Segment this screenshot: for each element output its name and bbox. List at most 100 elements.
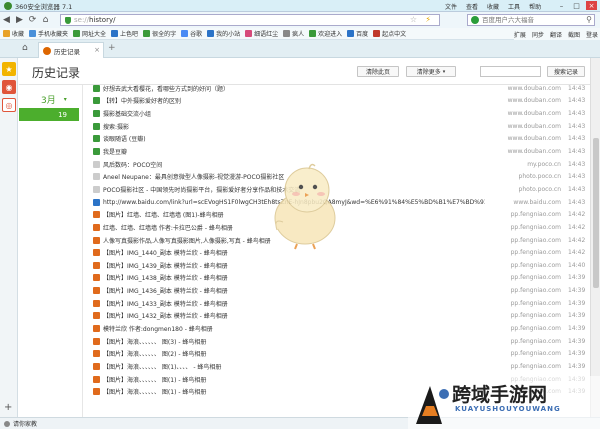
history-time: 14:43	[568, 173, 586, 181]
toolbar-button[interactable]: 登录	[586, 30, 598, 39]
history-row[interactable]: 【图片】IMG_1432_副本 模特兰欣 - 蜂鸟相册 pp.fengniao.c…	[93, 310, 585, 323]
history-host: www.douban.com	[507, 135, 561, 143]
bookmark-label: 细语红尘	[254, 31, 279, 38]
history-row[interactable]: 搜索:摄影 www.douban.com 14:43	[93, 120, 585, 133]
menu-view[interactable]: 查看	[466, 2, 478, 11]
history-title-link[interactable]: 我是豆瓣	[103, 147, 485, 156]
site-favicon-icon	[93, 148, 100, 156]
bookmark-label: 很全的字	[152, 31, 177, 38]
minimize-icon[interactable]: –	[556, 1, 567, 10]
close-icon[interactable]: ×	[586, 1, 597, 10]
bookmark-item[interactable]: 手机收藏夹	[29, 29, 68, 38]
menu-tools[interactable]: 工具	[508, 2, 520, 11]
scrollbar-thumb[interactable]	[593, 138, 599, 288]
star-icon[interactable]: ☆	[410, 15, 417, 24]
bookmark-item[interactable]: 起点中文	[373, 29, 406, 38]
menu-file[interactable]: 文件	[445, 2, 457, 11]
menu-help[interactable]: 帮助	[529, 2, 541, 11]
search-history-button[interactable]: 搜索记录	[547, 66, 585, 77]
history-title-link[interactable]: 谈眼随语 (豆瓣)	[103, 134, 485, 143]
history-host: pp.fengniao.com	[510, 274, 561, 282]
favorites-star-icon[interactable]: ★	[2, 62, 16, 76]
history-search-input[interactable]	[480, 66, 541, 77]
history-title-link[interactable]: 【图片】海浪、、、、、、 图(2) - 蜂鸟相册	[103, 349, 485, 358]
history-host: pp.fengniao.com	[510, 261, 561, 269]
search-engine-icon[interactable]	[471, 16, 479, 24]
bookmark-item[interactable]: 百度	[347, 29, 368, 38]
bookmark-item[interactable]: 上色吧	[111, 29, 138, 38]
history-title-link[interactable]: 摄影基础交流小组	[103, 109, 485, 118]
clear-more-button[interactable]: 清除更多 ▾	[406, 66, 456, 77]
history-row[interactable]: 【图片】IMG_1439_副本 模特兰欣 - 蜂鸟相册 pp.fengniao.c…	[93, 259, 585, 272]
forward-icon[interactable]: ▶	[13, 14, 26, 27]
history-row[interactable]: 【图片】海浪、、、、、、 图(2) - 蜂鸟相册 pp.fengniao.com 1…	[93, 347, 585, 360]
bookmark-item[interactable]: 欢迎进入	[309, 29, 342, 38]
bookmark-label: 百度	[356, 31, 369, 38]
history-title-link[interactable]: 【转】中外摄影爱好者的区别	[103, 96, 485, 105]
search-input[interactable]	[482, 16, 582, 24]
history-row[interactable]: 【图片】IMG_1436_副本 模特兰欣 - 蜂鸟相册 pp.fengniao.c…	[93, 284, 586, 297]
site-favicon-icon	[93, 185, 100, 193]
history-title-link[interactable]: 【图片】IMG_1433_副本 模特兰欣 - 蜂鸟相册	[103, 299, 485, 308]
tab-history[interactable]: 历史记录 ×	[38, 42, 104, 58]
bookmark-item[interactable]: 收藏	[3, 29, 24, 38]
new-tab-icon[interactable]: +	[108, 43, 116, 53]
home-tab-icon[interactable]: ⌂	[22, 43, 28, 53]
history-row[interactable]: 【转】中外摄影爱好者的区别 www.douban.com 14:43	[93, 95, 585, 108]
address-input[interactable]: se:// history/ ☆ ⚡	[60, 14, 440, 26]
bookmark-item[interactable]: 我的小站	[207, 29, 240, 38]
history-title-link[interactable]: 【图片】IMG_1439_副本 模特兰欣 - 蜂鸟相册	[103, 261, 485, 270]
toolbar-button[interactable]: 扩展	[514, 30, 526, 39]
back-icon[interactable]: ◀	[0, 14, 13, 27]
history-row[interactable]: 我是豆瓣 www.douban.com 14:43	[93, 145, 585, 158]
history-title-link[interactable]: 【图片】IMG_1436_副本 模特兰欣 - 蜂鸟相册	[103, 286, 485, 295]
tab-close-icon[interactable]: ×	[94, 46, 100, 54]
bookmark-item[interactable]: 网址大全	[73, 29, 106, 38]
bookmark-favicon-icon	[181, 30, 189, 37]
weibo-icon[interactable]: ◉	[2, 80, 16, 94]
history-title-link[interactable]: 【图片】IMG_1438_副本 模特兰欣 - 蜂鸟相册	[103, 273, 485, 282]
toolbar-button[interactable]: 截图	[568, 30, 580, 39]
bookmark-item[interactable]: 谷歌	[181, 29, 202, 38]
toolbar-button[interactable]: 同步	[532, 30, 544, 39]
history-row[interactable]: 【图片】海浪、、、、、、 图(1)、、、、 - 蜂鸟相册 pp.fengniao.…	[93, 360, 585, 373]
history-row[interactable]: 【图片】海浪、、、、、、 图(3) - 蜂鸟相册 pp.fengniao.com 1…	[93, 335, 585, 348]
search-icon[interactable]: ⚲	[586, 15, 592, 24]
clear-page-button[interactable]: 清除此页	[357, 66, 399, 77]
history-row[interactable]: 【图片】IMG_1433_副本 模特兰欣 - 蜂鸟相册 pp.fengniao.c…	[93, 297, 585, 310]
menu-favorites[interactable]: 收藏	[487, 2, 499, 11]
history-title-link[interactable]: 搜索:摄影	[103, 122, 485, 131]
history-title-link[interactable]: 【图片】海浪、、、、、、 图(1)、、、、 - 蜂鸟相册	[103, 362, 485, 371]
history-row[interactable]: 【图片】IMG_1438_副本 模特兰欣 - 蜂鸟相册 pp.fengniao.c…	[93, 272, 585, 285]
history-title-link[interactable]: 【图片】IMG_1432_副本 模特兰欣 - 蜂鸟相册	[103, 311, 485, 320]
bookmark-item[interactable]: 疯人	[283, 29, 304, 38]
history-title-link[interactable]: 模特兰欣 作者:dongmen180 - 蜂鸟相册	[103, 324, 485, 333]
site-favicon-icon	[93, 337, 100, 345]
history-row[interactable]: 好想去武大看樱花，看哪些方式到的好问（题） www.douban.com 14:43	[93, 82, 585, 95]
bookmark-label: 上色吧	[120, 31, 139, 38]
toolbar-button[interactable]: 翻译	[550, 30, 562, 39]
bookmark-item[interactable]: 细语红尘	[245, 29, 278, 38]
history-title-link[interactable]: 【图片】海浪、、、、、、 图(3) - 蜂鸟相册	[103, 337, 485, 346]
day-item-selected[interactable]: 19	[19, 108, 79, 121]
lightning-icon[interactable]: ⚡	[425, 15, 431, 24]
chevron-down-icon: ▾	[442, 68, 446, 75]
mascot-chick-illustration	[274, 163, 336, 250]
history-time: 14:39	[568, 287, 586, 295]
history-title-link[interactable]: 好想去武大看樱花，看哪些方式到的好问（题）	[103, 84, 485, 93]
column-divider	[82, 85, 83, 417]
bookmark-favicon-icon	[373, 30, 381, 37]
add-sidebar-icon[interactable]: +	[4, 402, 12, 413]
app-icon[interactable]: ◎	[2, 98, 16, 112]
site-favicon-icon	[93, 287, 100, 295]
month-selector[interactable]: 3月 ▾	[19, 92, 79, 106]
site-favicon-icon	[93, 211, 100, 219]
refresh-icon[interactable]: ⟳	[26, 14, 39, 27]
history-row[interactable]: 摄影基础交流小组 www.douban.com 14:43	[93, 107, 585, 120]
scrollbar[interactable]	[590, 58, 600, 417]
home-icon[interactable]: ⌂	[39, 14, 52, 27]
history-row[interactable]: 模特兰欣 作者:dongmen180 - 蜂鸟相册 pp.fengniao.com…	[93, 322, 585, 335]
history-row[interactable]: 谈眼随语 (豆瓣) www.douban.com 14:43	[93, 133, 585, 146]
bookmark-item[interactable]: 很全的字	[143, 29, 176, 38]
maximize-icon[interactable]: □	[571, 1, 582, 10]
